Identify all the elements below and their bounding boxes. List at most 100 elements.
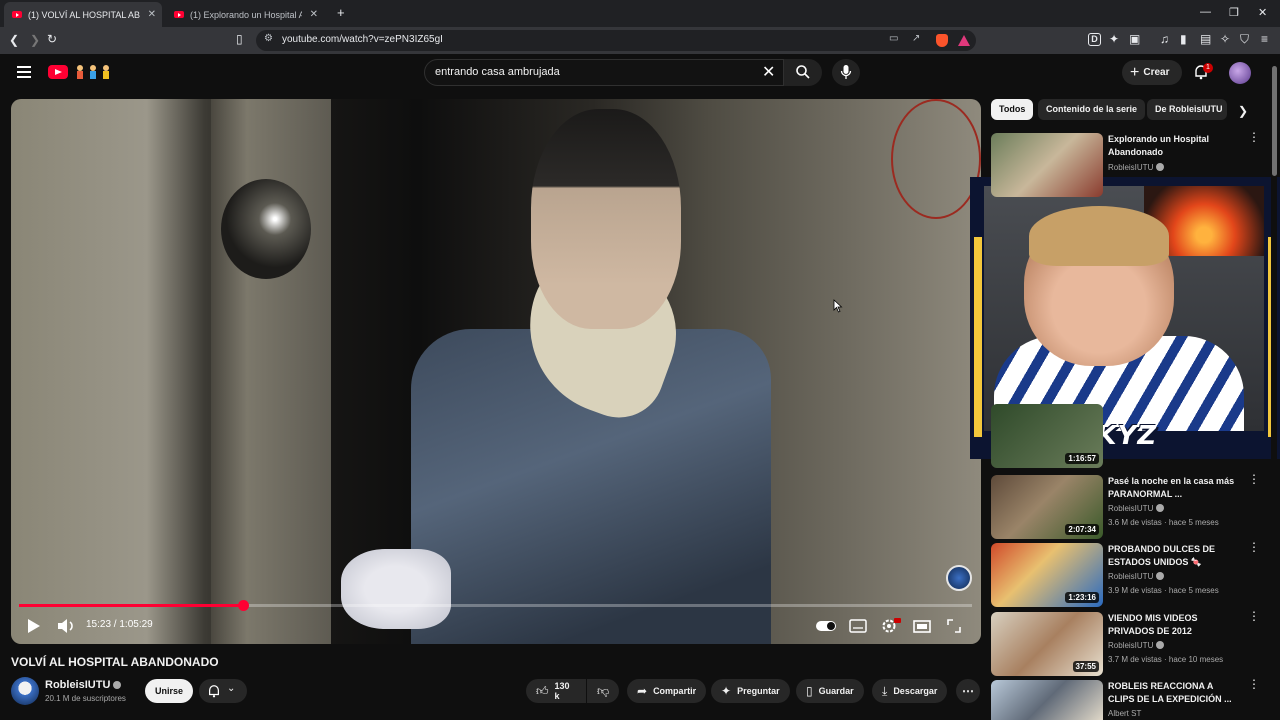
browser-tab[interactable]: (1) Explorando un Hospital Abandonado ✕ xyxy=(166,2,324,27)
rec-channel-text: RobleisIUTU xyxy=(1108,641,1154,650)
chip-series[interactable]: Contenido de la serie xyxy=(1038,99,1146,120)
dislike-button[interactable]: 👎︎ xyxy=(587,679,619,703)
vpn-shield-icon[interactable]: ⛉ xyxy=(1240,32,1249,46)
more-actions-button[interactable]: ⋯ xyxy=(956,679,980,703)
extensions-puzzle-icon[interactable]: ✦ xyxy=(1109,32,1119,46)
new-tab-button[interactable]: + xyxy=(337,5,345,20)
list-item[interactable]: 37:55 VIENDO MIS VIDEOS PRIVADOS DE 2012… xyxy=(991,610,1271,678)
sidebar-toggle-icon[interactable]: ▮ xyxy=(1180,32,1187,46)
close-tab-icon[interactable]: ✕ xyxy=(310,9,318,20)
forward-icon[interactable]: ❯ xyxy=(30,33,40,47)
channel-watermark[interactable] xyxy=(946,565,972,591)
more-vertical-icon[interactable]: ⋮ xyxy=(1248,541,1260,553)
subscriber-count: 20.1 M de suscriptores xyxy=(45,694,126,703)
join-button[interactable]: Unirse xyxy=(145,679,193,703)
search-button[interactable] xyxy=(784,59,822,86)
video-thumbnail[interactable]: 2:07:34 xyxy=(991,475,1103,539)
restore-icon[interactable]: ❐ xyxy=(1229,6,1239,19)
fullscreen-icon[interactable] xyxy=(940,615,968,637)
guide-menu-icon[interactable] xyxy=(17,66,31,78)
channel-avatar[interactable] xyxy=(11,677,39,705)
list-item[interactable]: 1:16:57 xyxy=(991,404,1271,470)
channel-name[interactable]: RobleisIUTU xyxy=(45,679,122,691)
overlay-frame-left xyxy=(974,237,982,437)
list-item[interactable]: Explorando un Hospital Abandonado Roblei… xyxy=(991,131,1271,199)
bookmark-icon[interactable]: ▯ xyxy=(236,32,243,46)
list-item[interactable]: 1:23:16 PROBANDO DULCES DE ESTADOS UNIDO… xyxy=(991,541,1271,609)
rec-meta: 3.7 M de vistas · hace 10 meses xyxy=(1108,655,1224,664)
more-vertical-icon[interactable]: ⋮ xyxy=(1248,131,1260,143)
rec-title[interactable]: Pasé la noche en la casa más PARANORMAL … xyxy=(1108,475,1238,501)
rec-channel[interactable]: RobleisIUTU xyxy=(1108,504,1165,513)
chip-all[interactable]: Todos xyxy=(991,99,1034,120)
video-thumbnail[interactable]: 1:23:16 xyxy=(991,543,1103,607)
create-button[interactable]: + Crear xyxy=(1122,60,1182,85)
download-icon: ⤓ xyxy=(882,683,888,698)
close-window-icon[interactable]: ✕ xyxy=(1258,6,1267,19)
more-vertical-icon[interactable]: ⋮ xyxy=(1248,678,1260,690)
video-thumbnail[interactable]: 1:16:57 xyxy=(991,404,1103,468)
rec-title[interactable]: ROBLEIS REACCIONA A CLIPS DE LA EXPEDICI… xyxy=(1108,680,1238,706)
list-item[interactable]: ROBLEIS REACCIONA A CLIPS DE LA EXPEDICI… xyxy=(991,678,1271,720)
screenshot-icon[interactable]: ▣ xyxy=(1129,32,1140,46)
minimize-icon[interactable]: — xyxy=(1200,6,1211,18)
verified-badge-icon xyxy=(1156,572,1165,580)
leo-ai-icon[interactable]: ✧ xyxy=(1220,32,1230,46)
browser-tab-active[interactable]: (1) VOLVÍ AL HOSPITAL ABANDONADO ✕ xyxy=(4,2,162,27)
voice-search-button[interactable] xyxy=(832,59,860,86)
page-scrollbar-thumb[interactable] xyxy=(1272,66,1277,176)
video-thumbnail[interactable] xyxy=(991,680,1103,720)
settings-gear-icon[interactable] xyxy=(876,615,904,637)
video-thumbnail[interactable] xyxy=(991,133,1103,197)
rec-title[interactable]: VIENDO MIS VIDEOS PRIVADOS DE 2012 xyxy=(1108,612,1238,638)
chip-channel[interactable]: De RobleisIUTU xyxy=(1147,99,1227,120)
reload-icon[interactable]: ↻ xyxy=(47,32,57,46)
rec-channel[interactable]: RobleisIUTU xyxy=(1108,572,1165,581)
browser-menu-icon[interactable]: ≡ xyxy=(1261,32,1268,46)
more-vertical-icon[interactable]: ⋮ xyxy=(1248,610,1260,622)
share-icon[interactable]: ↗ xyxy=(912,33,920,44)
close-tab-icon[interactable]: ✕ xyxy=(148,9,156,20)
rec-channel[interactable]: RobleisIUTU xyxy=(1108,163,1165,172)
address-bar[interactable]: ⚙ youtube.com/watch?v=zePN3IZ65gI ▭ ↗ xyxy=(256,30,976,51)
video-player[interactable]: 15:23 / 1:05:29 xyxy=(11,99,981,644)
rec-title[interactable]: Explorando un Hospital Abandonado xyxy=(1108,133,1238,159)
theater-mode-icon[interactable] xyxy=(908,615,936,637)
wallet-icon[interactable]: ▤ xyxy=(1200,32,1211,46)
back-icon[interactable]: ❮ xyxy=(9,33,19,47)
play-button[interactable] xyxy=(19,615,47,637)
site-info-icon[interactable]: ⚙ xyxy=(264,33,273,44)
rec-channel[interactable]: RobleisIUTU xyxy=(1108,641,1165,650)
volume-icon[interactable] xyxy=(52,615,80,637)
like-button[interactable]: 👍︎ 130 k xyxy=(526,679,586,703)
youtube-logo-icon[interactable] xyxy=(48,65,68,79)
share-button[interactable]: ➦ Compartir xyxy=(627,679,707,703)
list-item[interactable]: 2:07:34 Pasé la noche en la casa más PAR… xyxy=(991,473,1271,541)
video-thumbnail[interactable]: 37:55 xyxy=(991,612,1103,676)
brave-shield-icon[interactable] xyxy=(936,34,948,47)
rec-channel[interactable]: Albert ST xyxy=(1108,709,1141,718)
download-button[interactable]: ⤓ Descargar xyxy=(872,679,948,703)
cast-icon[interactable]: ▭ xyxy=(889,33,898,44)
subtitles-icon[interactable] xyxy=(844,615,872,637)
ask-button[interactable]: ✦ Preguntar xyxy=(711,679,790,703)
account-avatar[interactable] xyxy=(1229,62,1251,84)
autoplay-toggle[interactable] xyxy=(812,615,840,637)
rewards-icon[interactable] xyxy=(958,35,970,46)
clear-search-icon[interactable]: ✕ xyxy=(762,62,775,82)
save-button[interactable]: ▯ Guardar xyxy=(796,679,864,703)
duration-badge: 1:16:57 xyxy=(1065,453,1099,464)
rec-title[interactable]: PROBANDO DULCES DE ESTADOS UNIDOS 🍬 xyxy=(1108,543,1238,569)
video-frame-glove xyxy=(341,549,451,629)
rec-channel-text: RobleisIUTU xyxy=(1108,504,1154,513)
extension-d-icon[interactable]: D xyxy=(1088,33,1101,46)
progress-scrubber[interactable] xyxy=(237,600,249,611)
subscribed-bell-button[interactable]: ⌄ xyxy=(199,679,247,703)
more-vertical-icon[interactable]: ⋮ xyxy=(1248,473,1260,485)
search-input[interactable]: entrando casa ambrujada xyxy=(424,59,784,86)
chips-next-icon[interactable]: ❯ xyxy=(1238,104,1248,118)
media-icon[interactable]: ♫ xyxy=(1160,32,1169,46)
progress-bar[interactable] xyxy=(19,600,972,611)
url-text: youtube.com/watch?v=zePN3IZ65gI xyxy=(282,34,443,45)
tab-title: (1) Explorando un Hospital Abandonado xyxy=(190,9,302,20)
